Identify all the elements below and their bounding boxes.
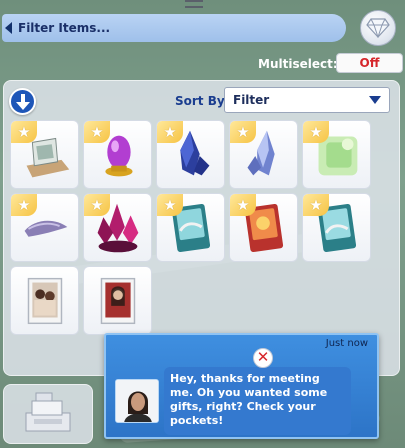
cash-register-icon[interactable] — [18, 389, 78, 439]
star-icon: ★ — [84, 121, 110, 143]
notification-popup: Just now Hey, thanks for meeting me. Oh … — [104, 333, 379, 439]
left-triangle-icon[interactable] — [5, 22, 12, 34]
cash-register-panel — [3, 384, 93, 444]
multiselect-toggle[interactable]: Off — [336, 53, 403, 73]
filter-items-label: Filter Items... — [18, 21, 111, 35]
star-icon: ★ — [84, 194, 110, 216]
tile-card-teal[interactable]: ★ — [156, 193, 225, 262]
tile-rock-crystal-slab[interactable]: ★ — [10, 120, 79, 189]
diamond-icon — [366, 18, 390, 38]
sort-by-select[interactable]: Filter — [224, 87, 390, 113]
tile-photo-portrait[interactable] — [83, 266, 152, 335]
sort-by-label: Sort By: — [175, 94, 230, 108]
notification-time: Just now — [325, 338, 368, 349]
star-icon: ★ — [157, 121, 183, 143]
photo-frame-icon — [27, 277, 63, 325]
tile-photo-couple[interactable] — [10, 266, 79, 335]
sort-by-value: Filter — [233, 93, 270, 107]
tile-pink-crystal-cluster[interactable]: ★ — [83, 193, 152, 262]
diamond-button[interactable] — [360, 10, 396, 46]
filter-items-bar[interactable]: Filter Items... — [2, 14, 346, 42]
sim-avatar — [115, 379, 159, 423]
close-icon[interactable]: ✕ — [253, 348, 273, 368]
star-icon: ★ — [230, 121, 256, 143]
tile-blue-crystal[interactable]: ★ — [156, 120, 225, 189]
star-icon: ★ — [303, 121, 329, 143]
star-icon: ★ — [11, 194, 37, 216]
down-arrow-icon — [15, 93, 30, 110]
star-icon: ★ — [230, 194, 256, 216]
tile-light-blue-crystal[interactable]: ★ — [229, 120, 298, 189]
drag-handle[interactable] — [185, 0, 203, 8]
star-icon: ★ — [11, 121, 37, 143]
tile-card-red[interactable]: ★ — [229, 193, 298, 262]
tile-purple-egg[interactable]: ★ — [83, 120, 152, 189]
chevron-down-icon — [369, 96, 381, 104]
tile-card-teal-2[interactable]: ★ — [302, 193, 371, 262]
star-icon: ★ — [303, 194, 329, 216]
photo-frame-icon — [100, 277, 136, 325]
star-icon: ★ — [157, 194, 183, 216]
notification-message: Hey, thanks for meeting me. Oh you wante… — [164, 367, 351, 435]
multiselect-label: Multiselect: — [258, 57, 338, 71]
tile-purple-stone[interactable]: ★ — [10, 193, 79, 262]
tile-green-cube[interactable]: ★ — [302, 120, 371, 189]
sort-order-button[interactable] — [9, 88, 36, 115]
